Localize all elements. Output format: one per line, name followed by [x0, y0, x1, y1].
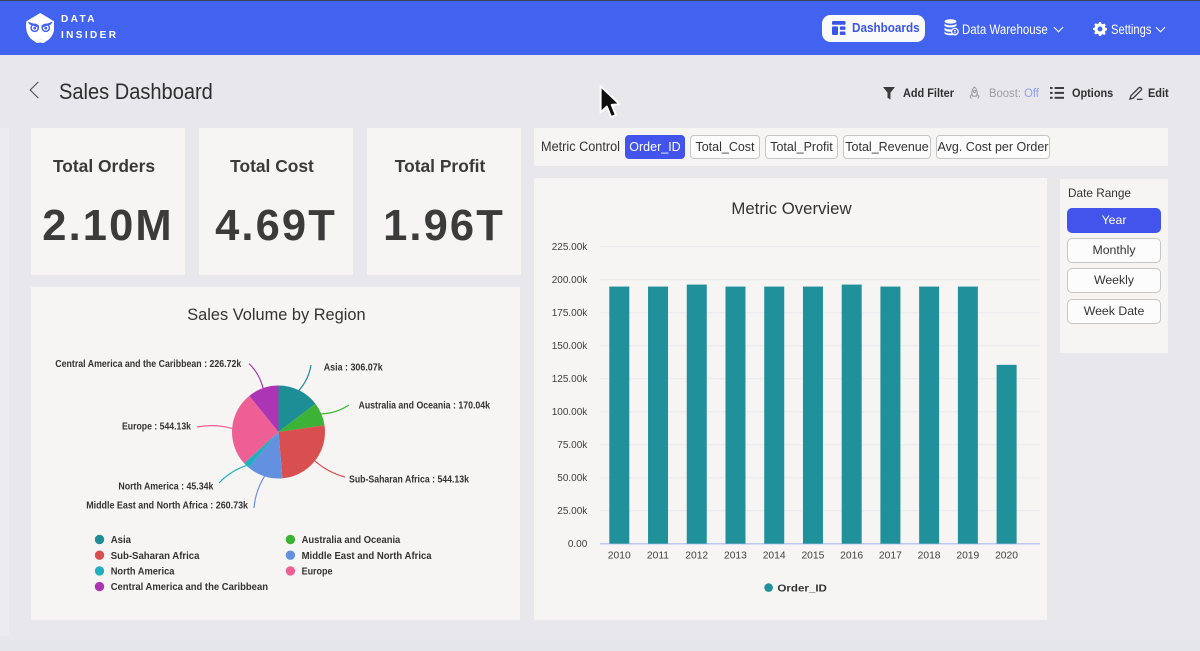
svg-text:Central America and the Caribb: Central America and the Caribbean : 226.…: [55, 359, 241, 370]
svg-text:200.00k: 200.00k: [552, 275, 589, 286]
svg-text:North America: North America: [111, 567, 175, 578]
svg-text:2012: 2012: [685, 550, 708, 561]
svg-text:Australia and Oceania: Australia and Oceania: [302, 535, 401, 546]
svg-text:2016: 2016: [840, 550, 863, 561]
svg-text:2020: 2020: [995, 550, 1018, 561]
svg-text:Europe: Europe: [302, 567, 333, 578]
svg-text:2011: 2011: [647, 550, 669, 561]
svg-text:2015: 2015: [801, 550, 824, 561]
svg-text:Australia and Oceania : 170.04: Australia and Oceania : 170.04k: [359, 401, 491, 412]
svg-text:Metric Overview: Metric Overview: [731, 200, 851, 218]
svg-text:2010: 2010: [608, 550, 631, 561]
svg-text:0.00: 0.00: [568, 539, 588, 550]
svg-text:150.00k: 150.00k: [552, 341, 589, 352]
svg-text:2014: 2014: [763, 550, 786, 561]
svg-text:2013: 2013: [724, 550, 747, 561]
svg-text:225.00k: 225.00k: [552, 242, 589, 253]
svg-text:100.00k: 100.00k: [552, 407, 589, 418]
svg-text:2017: 2017: [879, 550, 902, 561]
svg-text:Central America and the Caribb: Central America and the Caribbean: [111, 582, 268, 593]
svg-text:Sub-Saharan Africa : 544.13k: Sub-Saharan Africa : 544.13k: [349, 475, 469, 486]
svg-text:Asia : 306.07k: Asia : 306.07k: [324, 363, 383, 374]
svg-text:North America : 45.34k: North America : 45.34k: [118, 482, 213, 493]
svg-text:50.00k: 50.00k: [557, 473, 588, 484]
svg-text:Middle East and North Africa :: Middle East and North Africa : 260.73k: [86, 501, 248, 512]
svg-text:75.00k: 75.00k: [557, 440, 588, 451]
svg-text:175.00k: 175.00k: [552, 308, 589, 319]
svg-text:2019: 2019: [956, 550, 979, 561]
svg-text:Sub-Saharan Africa: Sub-Saharan Africa: [111, 551, 200, 562]
svg-text:Order_ID: Order_ID: [777, 583, 827, 594]
svg-text:Middle East and North Africa: Middle East and North Africa: [302, 551, 432, 562]
svg-text:Europe : 544.13k: Europe : 544.13k: [122, 422, 191, 433]
svg-text:Asia: Asia: [111, 535, 132, 546]
svg-text:Sales Volume by Region: Sales Volume by Region: [187, 306, 365, 324]
svg-text:2018: 2018: [918, 550, 941, 561]
svg-text:125.00k: 125.00k: [552, 374, 589, 385]
svg-text:25.00k: 25.00k: [557, 506, 588, 517]
